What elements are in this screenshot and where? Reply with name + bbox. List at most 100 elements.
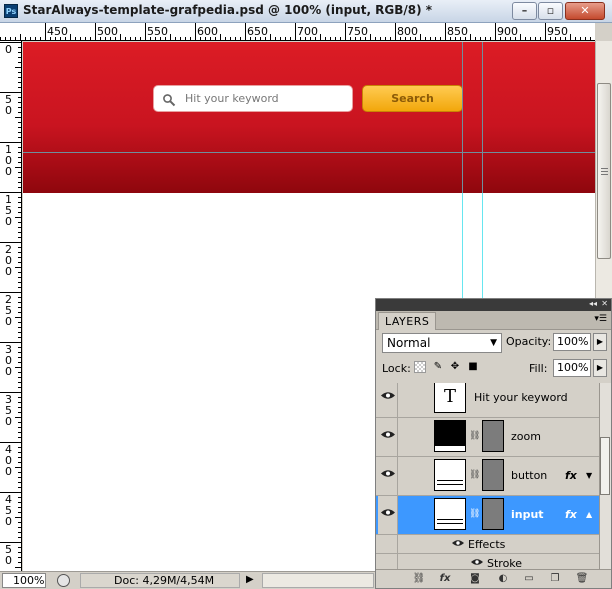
search-placeholder: Hit your keyword	[185, 92, 279, 105]
layer-row-zoom[interactable]: ⛓ zoom	[376, 418, 599, 457]
panel-close-icon[interactable]: ✕	[601, 299, 608, 308]
fill-slider-arrow-icon[interactable]: ▶	[593, 359, 607, 377]
stroke-effect-row[interactable]: Stroke	[376, 554, 599, 569]
ruler-label: 500	[97, 25, 118, 38]
ruler-label: 900	[497, 25, 518, 38]
ruler-label: 600	[197, 25, 218, 38]
vector-mask-thumbnail	[482, 498, 504, 530]
maximize-button[interactable]: ▫	[538, 2, 563, 20]
layer-name[interactable]: input	[511, 508, 544, 521]
eye-icon	[381, 470, 395, 477]
scrollbar-thumb[interactable]	[597, 83, 611, 259]
panel-menu-icon[interactable]: ▾☰	[594, 314, 607, 324]
ruler-label: 0	[5, 315, 12, 328]
add-layer-style-fx-icon[interactable]: fx	[438, 573, 452, 585]
horizontal-scrollbar[interactable]	[262, 573, 374, 588]
delete-layer-trash-icon[interactable]: 🗑	[575, 573, 589, 585]
layer-name[interactable]: Hit your keyword	[474, 391, 568, 404]
lock-pixels-icon[interactable]: ✎	[432, 361, 444, 373]
lock-all-icon[interactable]: ■	[467, 361, 479, 373]
new-layer-icon[interactable]: ❐	[548, 573, 562, 585]
layer-effects-fx-icon[interactable]: fx	[565, 469, 577, 482]
add-mask-icon[interactable]: ◙	[468, 573, 482, 585]
collapse-effects-arrow-icon[interactable]: ▲	[586, 510, 592, 519]
layer-thumbnail	[434, 498, 466, 530]
search-input[interactable]: Hit your keyword	[153, 85, 353, 112]
status-menu-arrow-icon[interactable]: ▶	[246, 574, 254, 585]
photoshop-app-icon[interactable]: Ps	[4, 4, 18, 18]
visibility-toggle[interactable]	[378, 418, 398, 456]
ruler-label: 0	[5, 515, 12, 528]
layer-list-scrollbar[interactable]	[599, 383, 611, 569]
layer-thumbnail	[434, 420, 466, 452]
collapse-icon[interactable]: ◂◂	[589, 299, 597, 308]
vector-mask-thumbnail	[482, 459, 504, 491]
eye-icon	[381, 392, 395, 399]
layer-row-input[interactable]: ⛓ input fx ▲	[376, 496, 599, 535]
layer-row-hit-your-keyword[interactable]: T Hit your keyword	[376, 383, 599, 418]
fill-label: Fill:	[529, 362, 548, 375]
visibility-toggle[interactable]	[378, 496, 398, 534]
link-chain-icon: ⛓	[469, 431, 481, 441]
visibility-toggle[interactable]	[378, 383, 398, 417]
document-title: StarAlways-template-grafpedia.psd @ 100%…	[23, 3, 433, 17]
opacity-field[interactable]: 100%	[553, 333, 591, 351]
zoom-level-field[interactable]: 100%	[2, 573, 46, 588]
ruler-label: 450	[47, 25, 68, 38]
ruler-label: 550	[147, 25, 168, 38]
panel-tab-bar: LAYERS ▾☰	[376, 311, 611, 330]
ruler-label: 0	[5, 465, 12, 478]
layer-name[interactable]: button	[511, 469, 547, 482]
ruler-label: 850	[447, 25, 468, 38]
vertical-ruler[interactable]: 05010015020025030035040045050	[0, 41, 22, 571]
blend-mode-select[interactable]: Normal ▼	[382, 333, 502, 353]
fill-field[interactable]: 100%	[553, 359, 591, 377]
stroke-label: Stroke	[487, 557, 523, 569]
layer-name[interactable]: zoom	[511, 430, 541, 443]
visibility-toggle[interactable]	[378, 535, 398, 553]
layer-thumbnail	[434, 459, 466, 491]
red-header-band	[23, 42, 595, 193]
ruler-label: 0	[5, 554, 12, 567]
vector-mask-thumbnail	[482, 420, 504, 452]
panel-drag-bar[interactable]: ◂◂ ✕	[376, 299, 611, 311]
eye-icon	[381, 431, 395, 438]
layer-row-button[interactable]: ⛓ button fx ▼	[376, 457, 599, 496]
visibility-toggle[interactable]	[378, 457, 398, 495]
expand-effects-arrow-icon[interactable]: ▼	[586, 471, 592, 480]
opacity-slider-arrow-icon[interactable]: ▶	[593, 333, 607, 351]
lock-transparency-icon[interactable]	[414, 361, 426, 373]
search-icon	[163, 94, 176, 107]
layers-panel-footer: ⛓ fx ◙ ◐ ▭ ❐ 🗑	[376, 569, 611, 588]
lock-label: Lock:	[382, 362, 411, 375]
eye-icon	[381, 509, 395, 516]
visibility-toggle[interactable]	[378, 554, 398, 569]
minimize-button[interactable]: –	[512, 2, 537, 20]
eye-icon[interactable]	[471, 558, 483, 566]
horizontal-ruler[interactable]: 450 500 550 600 650 700 750 800 850 900 950	[0, 23, 595, 41]
guide-on-band	[482, 42, 483, 193]
eye-icon[interactable]	[452, 539, 464, 547]
status-info-icon[interactable]	[57, 574, 70, 587]
link-layers-icon[interactable]: ⛓	[412, 573, 426, 585]
text-layer-thumbnail: T	[434, 383, 466, 413]
ruler-label: 800	[397, 25, 418, 38]
ruler-label: 0	[5, 43, 12, 56]
effects-label: Effects	[468, 538, 506, 551]
search-button[interactable]: Search	[362, 85, 463, 112]
close-button[interactable]: ✕	[565, 2, 605, 20]
layer-list-scroll-thumb[interactable]	[600, 437, 610, 495]
layers-panel: ◂◂ ✕ LAYERS ▾☰ Normal ▼ Opacity: 100% ▶ …	[375, 298, 612, 589]
layer-effects-fx-icon[interactable]: fx	[565, 508, 577, 521]
status-bar: 100% Doc: 4,29M/4,54M ▶	[0, 571, 375, 589]
horizontal-guide[interactable]	[23, 152, 595, 153]
effects-row[interactable]: Effects	[376, 535, 599, 554]
new-group-folder-icon[interactable]: ▭	[522, 573, 536, 585]
ruler-label: 950	[547, 25, 568, 38]
tab-layers[interactable]: LAYERS	[378, 312, 437, 330]
document-size-info: Doc: 4,29M/4,54M	[80, 573, 240, 588]
lock-position-icon[interactable]: ✥	[449, 361, 461, 373]
adjustment-layer-icon[interactable]: ◐	[496, 573, 510, 585]
ruler-label: 0	[5, 265, 12, 278]
ruler-label: 750	[347, 25, 368, 38]
